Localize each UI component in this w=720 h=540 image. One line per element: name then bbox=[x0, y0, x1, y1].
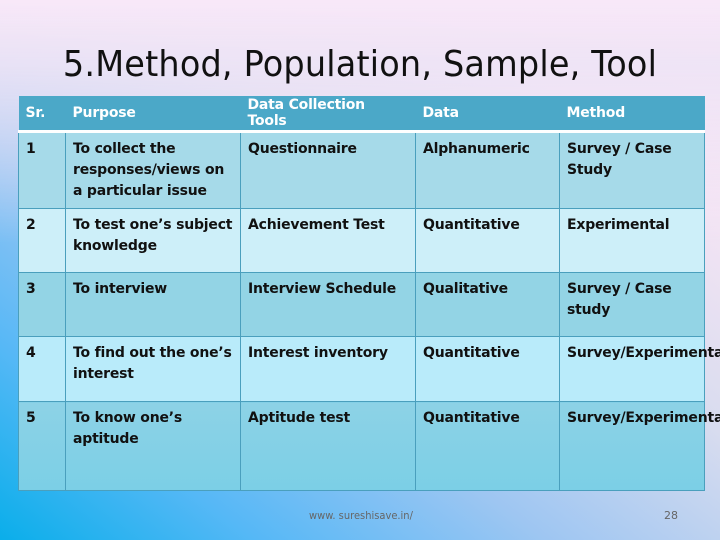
header-sr: Sr. bbox=[18, 96, 66, 133]
cell-data: Quantitative bbox=[415, 336, 560, 402]
header-method: Method bbox=[559, 96, 705, 133]
header-tools: Data Collection Tools bbox=[240, 96, 416, 133]
cell-purpose: To collect the responses/views on a part… bbox=[65, 131, 241, 209]
page-number: 28 bbox=[664, 509, 678, 522]
cell-data: Alphanumeric bbox=[415, 131, 560, 209]
table-header-row: Sr. Purpose Data Collection Tools Data M… bbox=[18, 96, 705, 133]
table-row: 5 To know one’s aptitude Aptitude test Q… bbox=[18, 401, 720, 491]
cell-sr: 5 bbox=[18, 401, 66, 491]
table-row: 1 To collect the responses/views on a pa… bbox=[18, 131, 705, 209]
methods-table: Sr. Purpose Data Collection Tools Data M… bbox=[18, 96, 720, 491]
header-purpose: Purpose bbox=[65, 96, 241, 133]
cell-purpose: To test one’s subject knowledge bbox=[65, 208, 241, 273]
cell-tools: Aptitude test bbox=[240, 401, 416, 491]
cell-purpose: To interview bbox=[65, 272, 241, 337]
cell-tools: Interest inventory bbox=[240, 336, 416, 402]
cell-sr: 4 bbox=[18, 336, 66, 402]
cell-method: Survey / Case Study bbox=[559, 131, 705, 209]
table-row: 2 To test one’s subject knowledge Achiev… bbox=[18, 208, 705, 273]
footer-url: www. sureshisave.in/ bbox=[309, 509, 413, 522]
cell-data: Quantitative bbox=[415, 401, 560, 491]
cell-method: Survey/Experimental bbox=[559, 401, 720, 491]
cell-purpose: To know one’s aptitude bbox=[65, 401, 241, 491]
cell-sr: 3 bbox=[18, 272, 66, 337]
cell-method: Experimental bbox=[559, 208, 705, 273]
cell-tools: Interview Schedule bbox=[240, 272, 416, 337]
cell-method: Survey/Experimental bbox=[559, 336, 720, 402]
table-row: 4 To find out the one’s interest Interes… bbox=[18, 336, 720, 402]
table-row: 3 To interview Interview Schedule Qualit… bbox=[18, 272, 705, 337]
header-data: Data bbox=[415, 96, 560, 133]
cell-tools: Achievement Test bbox=[240, 208, 416, 273]
cell-purpose: To find out the one’s interest bbox=[65, 336, 241, 402]
cell-sr: 2 bbox=[18, 208, 66, 273]
cell-method: Survey / Case study bbox=[559, 272, 705, 337]
cell-data: Qualitative bbox=[415, 272, 560, 337]
slide-title: 5.Method, Population, Sample, Tool bbox=[62, 44, 658, 85]
cell-data: Quantitative bbox=[415, 208, 560, 273]
cell-sr: 1 bbox=[18, 131, 66, 209]
cell-tools: Questionnaire bbox=[240, 131, 416, 209]
